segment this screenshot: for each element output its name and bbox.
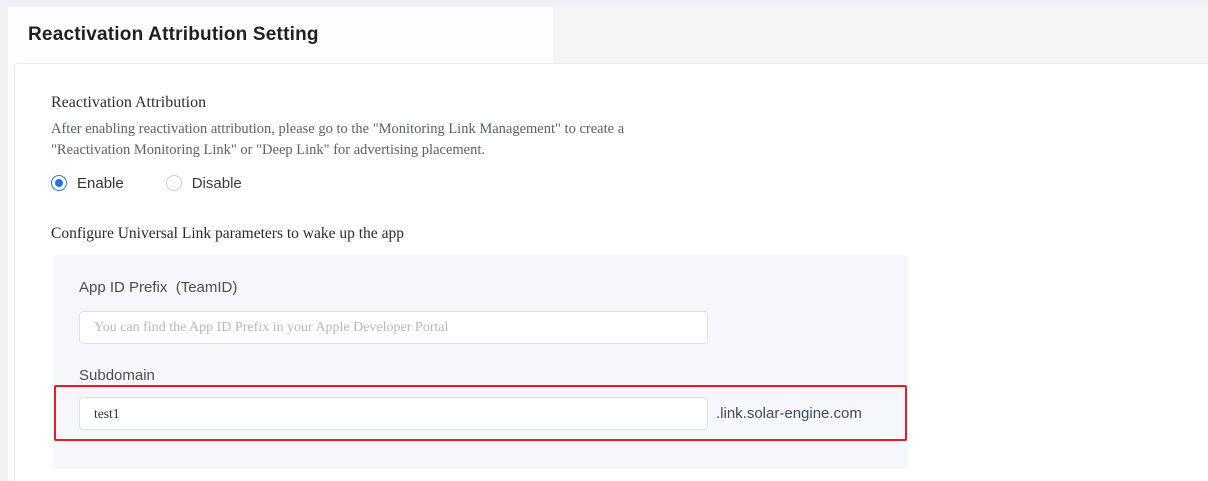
reactivation-radio-group: Enable Disable	[51, 173, 1208, 193]
app-id-prefix-input[interactable]	[79, 311, 708, 344]
page-title: Reactivation Attribution Setting	[28, 24, 319, 45]
page: Reactivation Attribution Setting Reactiv…	[0, 0, 1208, 481]
reactivation-attribution-heading: Reactivation Attribution	[51, 94, 207, 111]
radio-disable-label: Disable	[191, 174, 242, 192]
settings-card: Reactivation Attribution After enabling …	[14, 63, 1208, 481]
radio-disable-unselected-icon[interactable]	[165, 175, 182, 191]
radio-enable-selected-icon[interactable]	[51, 175, 67, 191]
subdomain-row: .link.solar-engine.com	[79, 397, 908, 430]
reactivation-attribution-description: After enabling reactivation attribution,…	[51, 121, 625, 158]
subdomain-suffix: .link.solar-engine.com	[716, 405, 862, 422]
subdomain-label: Subdomain	[79, 367, 155, 384]
universal-link-panel: App ID Prefix (TeamID) Subdomain .link.s…	[53, 255, 908, 469]
subdomain-input[interactable]	[79, 397, 708, 430]
left-gutter	[0, 0, 8, 481]
radio-enable-label: Enable	[77, 174, 124, 192]
page-header: Reactivation Attribution Setting	[8, 7, 553, 63]
app-id-prefix-label: App ID Prefix (TeamID)	[79, 279, 238, 296]
radio-enable[interactable]: Enable	[51, 175, 124, 192]
radio-disable[interactable]: Disable	[165, 174, 242, 192]
universal-link-heading: Configure Universal Link parameters to w…	[51, 225, 404, 242]
top-strip	[0, 0, 1208, 7]
